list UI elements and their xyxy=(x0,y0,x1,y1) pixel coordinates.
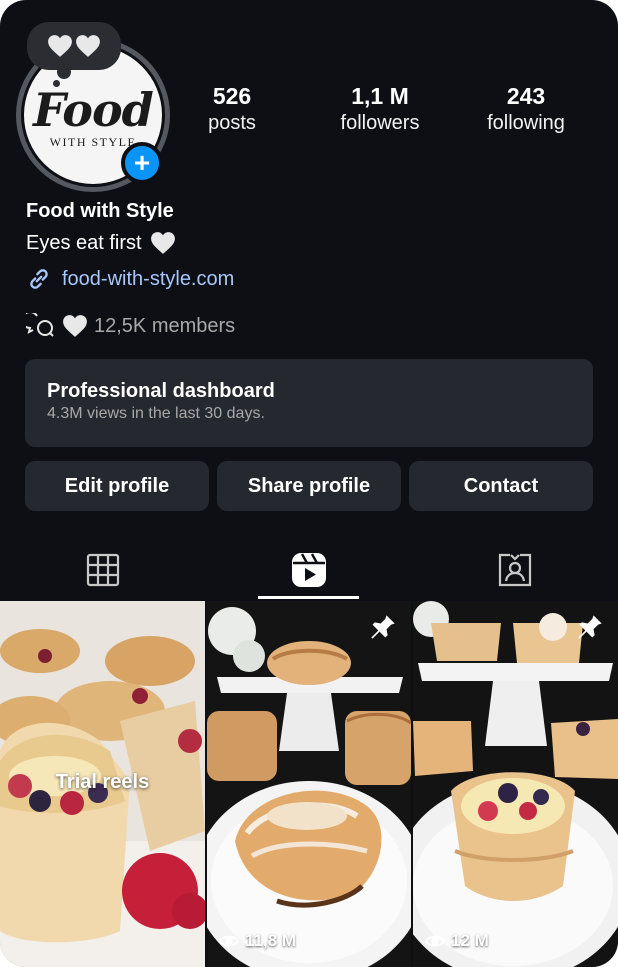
stat-value: 526 xyxy=(212,83,252,109)
dashboard-subtitle: 4.3M views in the last 30 days. xyxy=(47,405,265,422)
professional-dashboard[interactable]: Professional dashboard 4.3M views in the… xyxy=(25,359,593,447)
view-count-text: 11,8 M xyxy=(245,931,297,950)
logo-script-text: Food xyxy=(33,82,154,137)
active-tab-indicator xyxy=(258,596,359,599)
reel-image xyxy=(207,601,411,967)
stat-label: followers xyxy=(340,112,420,134)
share-profile-button[interactable]: Share profile xyxy=(217,461,401,511)
plus-icon: + xyxy=(133,147,151,178)
pin-icon xyxy=(578,615,602,639)
stat-following[interactable]: 243 following xyxy=(474,82,578,136)
reel-thumbnail[interactable]: Trial reels xyxy=(0,601,205,967)
stat-label: following xyxy=(487,112,565,134)
channel-icon xyxy=(26,313,54,337)
heart-icon xyxy=(48,35,72,57)
logo-subtitle: WITH STYLE xyxy=(49,134,137,149)
reel-thumbnail[interactable]: 12 M xyxy=(413,601,618,967)
reel-image xyxy=(413,601,618,967)
profile-stats: 526 posts 1,1 M followers 243 following xyxy=(180,82,600,142)
grid-icon xyxy=(86,553,120,587)
stat-value: 1,1 M xyxy=(351,83,409,109)
tab-posts[interactable] xyxy=(51,540,155,600)
heart-icon xyxy=(63,315,87,337)
stat-followers[interactable]: 1,1 M followers xyxy=(324,82,436,136)
view-count: 12 M xyxy=(425,931,489,951)
reels-icon xyxy=(292,553,326,587)
tab-tagged[interactable] xyxy=(463,540,567,600)
view-count: 11,8 M xyxy=(219,931,296,951)
note-bubble[interactable] xyxy=(27,22,121,87)
website-link[interactable]: food-with-style.com xyxy=(26,266,234,292)
reels-grid: Trial reels 11,8 M 12 M xyxy=(0,601,618,967)
profile-screen: Food WITH STYLE + 526 posts 1,1 M follow… xyxy=(0,0,618,967)
heart-icon xyxy=(150,232,175,254)
trial-reels-label: Trial reels xyxy=(55,771,150,793)
heart-icon xyxy=(76,35,100,57)
members-count: 12,5K members xyxy=(94,314,236,337)
pin-icon xyxy=(371,615,395,639)
bio-text: Eyes eat first xyxy=(26,231,142,254)
website-text: food-with-style.com xyxy=(62,267,235,290)
add-story-button[interactable]: + xyxy=(121,142,163,184)
link-icon xyxy=(30,269,48,289)
display-name: Food with Style xyxy=(26,200,174,222)
bio: Eyes eat first xyxy=(26,231,176,255)
stat-value: 243 xyxy=(506,83,546,109)
dashboard-title: Professional dashboard xyxy=(47,380,275,402)
edit-profile-button[interactable]: Edit profile xyxy=(25,461,209,511)
tagged-icon xyxy=(498,553,532,587)
eye-icon xyxy=(219,935,239,947)
broadcast-channel[interactable]: 12,5K members xyxy=(26,313,235,339)
view-count-text: 12 M xyxy=(451,931,489,950)
stat-posts[interactable]: 526 posts xyxy=(192,82,272,136)
contact-button[interactable]: Contact xyxy=(409,461,593,511)
tab-reels[interactable] xyxy=(257,540,361,600)
stat-label: posts xyxy=(208,112,256,134)
eye-icon xyxy=(425,935,445,947)
reel-thumbnail[interactable]: 11,8 M xyxy=(207,601,411,967)
